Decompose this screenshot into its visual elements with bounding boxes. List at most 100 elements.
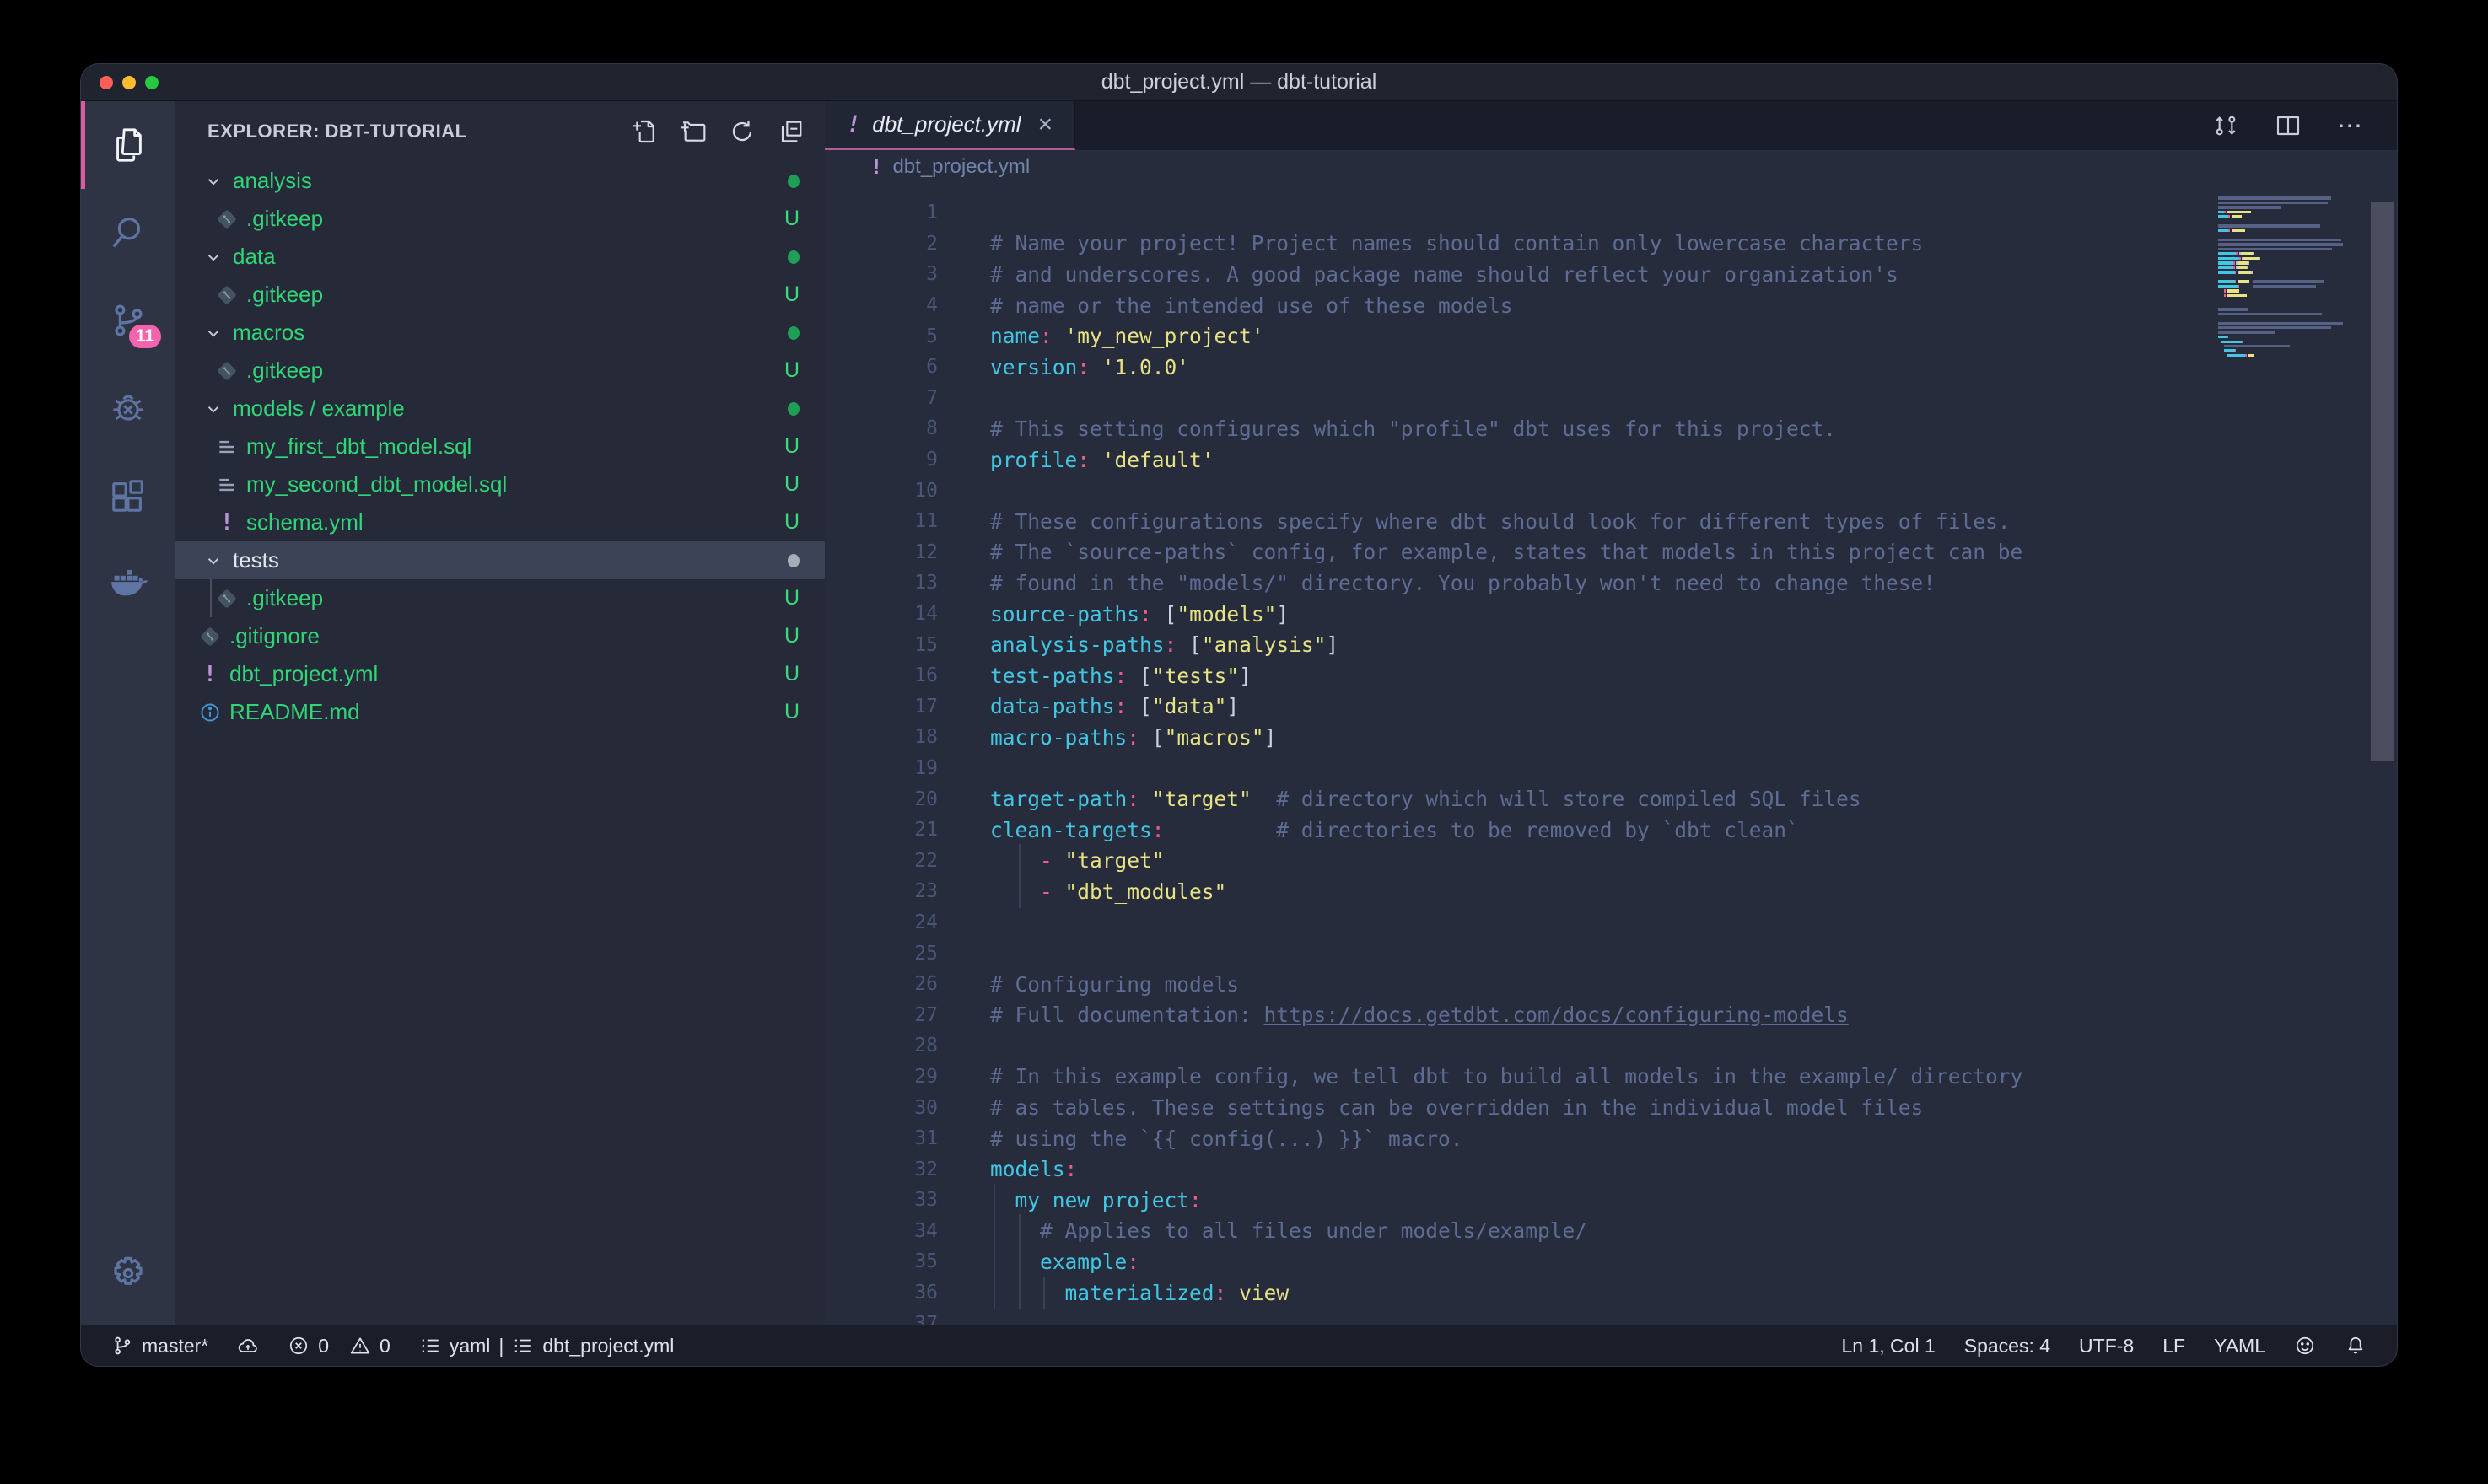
extensions-icon[interactable] [81,452,175,540]
minimap-line [2218,243,2353,245]
more-actions-icon[interactable]: ⋯ [2337,111,2365,141]
line-number: 26 [825,973,990,995]
minimap-line [2218,289,2353,292]
linter-status-item[interactable]: yaml | dbt_project.yml [419,1335,675,1358]
indent-guide [1019,1245,1021,1278]
separator: | [498,1335,504,1358]
tree-file--gitignore[interactable]: .gitignore U [175,617,825,655]
minimap-line [2218,206,2353,208]
tree-folder-tests[interactable]: tests [175,541,825,579]
minimap-line [2218,313,2353,315]
code-line-18: 18macro-paths: ["macros"] [825,722,2397,753]
maximize-window-button[interactable] [145,76,159,89]
minimap-line [2218,298,2353,301]
indentation-item[interactable]: Spaces: 4 [1964,1335,2050,1358]
line-number: 4 [825,294,990,316]
line-number: 29 [825,1066,990,1088]
minimize-window-button[interactable] [122,76,136,89]
debug-icon[interactable] [81,364,175,452]
problems-item[interactable]: 0 0 [288,1335,390,1358]
tree-file-my-first-dbt-model-sql[interactable]: my_first_dbt_model.sqlU [175,427,825,465]
activity-bar: 11 [81,101,175,1325]
git-status-dot [788,554,800,567]
chevron-down-icon [204,400,223,418]
breadcrumb-file[interactable]: dbt_project.yml [892,155,1030,179]
tree-file--gitkeep[interactable]: .gitkeepU [175,352,825,390]
code-line-6: 6version: '1.0.0' [825,352,2397,383]
line-number: 15 [825,634,990,656]
encoding-item[interactable]: UTF-8 [2079,1335,2134,1358]
close-window-button[interactable] [100,76,113,89]
git-untracked-badge: U [784,624,800,648]
tree-folder-models-example[interactable]: models / example [175,390,825,427]
indent-guide [994,1184,995,1217]
minimap-line [2218,349,2353,352]
tree-file-readme-md[interactable]: README.mdU [175,693,825,731]
git-branch-item[interactable]: master* [111,1335,208,1358]
open-changes-icon[interactable] [2212,112,2239,139]
minimap-line [2218,354,2353,357]
git-untracked-badge: U [784,358,800,383]
cursor-position-item[interactable]: Ln 1, Col 1 [1842,1335,1936,1358]
tab-close-icon[interactable]: × [1033,110,1053,139]
indent-guide [1019,1214,1021,1247]
new-folder-icon[interactable] [680,118,707,145]
minimap-line [2218,304,2353,306]
minimap-line [2218,229,2353,232]
code-line-19: 19 [825,753,2397,784]
source-control-icon[interactable]: 11 [81,277,175,364]
tree-file-dbt-project-yml[interactable]: !dbt_project.ymlU [175,655,825,693]
tab-dbt-project-yml[interactable]: ! dbt_project.yml × [825,101,1075,150]
tree-folder-analysis[interactable]: analysis [175,162,825,200]
tree-item-label: .gitkeep [246,282,323,308]
notifications-bell-icon[interactable] [2345,1335,2367,1357]
breadcrumb[interactable]: ! dbt_project.yml [825,150,2397,184]
title-bar[interactable]: dbt_project.yml — dbt-tutorial [81,64,2397,101]
language-mode-item[interactable]: YAML [2214,1335,2265,1358]
docker-icon[interactable] [81,540,175,627]
info-file-icon [199,702,221,723]
code-line-34: 34 # Applies to all files under models/e… [825,1216,2397,1247]
tree-file--gitkeep[interactable]: .gitkeep U [175,276,825,314]
tree-file-my-second-dbt-model-sql[interactable]: my_second_dbt_model.sqlU [175,465,825,503]
minimap[interactable] [2218,192,2353,363]
split-editor-icon[interactable] [2275,112,2302,139]
eol-item[interactable]: LF [2162,1335,2185,1358]
refresh-icon[interactable] [729,118,756,145]
git-status-dot [788,326,800,340]
code-line-5: 5name: 'my_new_project' [825,320,2397,352]
tree-file--gitkeep[interactable]: .gitkeepU [175,200,825,238]
tree-folder-macros[interactable]: macros [175,314,825,352]
minimap-line [2218,220,2353,223]
new-file-icon[interactable] [631,118,658,145]
sync-changes-item[interactable] [237,1335,259,1357]
settings-gear-icon[interactable] [81,1229,175,1317]
code-line-32: 32models: [825,1153,2397,1185]
tree-folder-data[interactable]: data [175,238,825,276]
errors-icon [288,1335,310,1357]
feedback-smiley-icon[interactable] [2294,1335,2316,1357]
line-number: 8 [825,417,990,439]
git-file-icon [216,284,238,306]
code-lines: 12# Name your project! Project names sho… [825,184,2397,1325]
tree-item-label: .gitignore [229,623,320,649]
indent-guide [994,1277,995,1309]
line-number: 12 [825,541,990,563]
git-untracked-badge: U [784,282,800,307]
code-line-8: 8# This setting configures which "profil… [825,413,2397,444]
tree-item-label: README.md [229,699,360,725]
editor-scrollbar[interactable] [2371,202,2394,761]
tree-file--gitkeep[interactable]: .gitkeepU [175,579,825,617]
explorer-icon[interactable] [81,101,175,189]
minimap-line [2218,257,2353,260]
code-line-31: 31# using the `{{ config(...) }}` macro. [825,1123,2397,1154]
minimap-line [2218,224,2353,227]
tree-item-label: models / example [233,395,405,422]
line-number: 17 [825,696,990,718]
search-icon[interactable] [81,189,175,277]
line-number: 1 [825,202,990,223]
vscode-window: dbt_project.yml — dbt-tutorial [80,63,2398,1367]
code-editor[interactable]: 12# Name your project! Project names sho… [825,184,2397,1325]
collapse-all-icon[interactable] [778,118,805,145]
tree-file-schema-yml[interactable]: !schema.ymlU [175,503,825,541]
